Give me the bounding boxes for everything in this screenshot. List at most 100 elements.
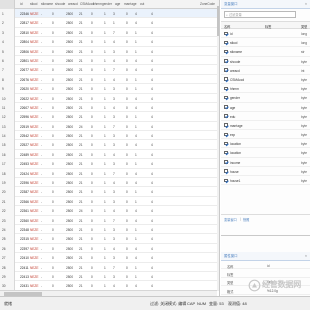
- table-cell[interactable]: 22360: [20, 219, 29, 223]
- table-cell[interactable]: 21: [79, 200, 83, 204]
- table-cell[interactable]: 0: [126, 181, 128, 185]
- column-header[interactable]: age: [115, 2, 120, 6]
- table-cell[interactable]: 2800: [66, 200, 73, 204]
- table-cell[interactable]: 3: [113, 115, 115, 119]
- table-cell[interactable]: 21: [79, 97, 83, 101]
- table-cell[interactable]: 0: [91, 12, 93, 16]
- table-cell[interactable]: NEZE: [30, 68, 39, 72]
- table-cell[interactable]: 1: [104, 143, 106, 147]
- table-cell[interactable]: 2800: [66, 237, 73, 241]
- row-number[interactable]: 14: [0, 131, 15, 141]
- row-number[interactable]: 7: [0, 65, 15, 75]
- table-cell[interactable]: 3: [113, 200, 115, 204]
- table-cell[interactable]: 22817: [20, 21, 29, 25]
- table-cell[interactable]: 4: [113, 247, 115, 251]
- table-cell[interactable]: 1: [104, 209, 106, 213]
- table-cell[interactable]: 4: [135, 256, 137, 260]
- table-cell[interactable]: 21: [79, 162, 83, 166]
- table-cell[interactable]: 0: [52, 247, 54, 251]
- table-cell[interactable]: 3: [113, 190, 115, 194]
- table-row[interactable]: 3 22810 NEZE - 0 2800 21 0 1 7 0 1 4: [0, 27, 219, 38]
- table-cell[interactable]: 0: [52, 115, 54, 119]
- table-cell[interactable]: 2800: [66, 256, 73, 260]
- table-cell[interactable]: 2800: [66, 266, 73, 270]
- table-cell[interactable]: 21: [79, 115, 83, 119]
- table-cell[interactable]: 22607: [20, 106, 29, 110]
- table-cell[interactable]: NEZE: [30, 266, 39, 270]
- table-cell[interactable]: 21: [79, 31, 83, 35]
- table-row[interactable]: 27 22410 NEZE - 0 2800 21 0 1 3 0 4 4: [0, 253, 219, 263]
- table-cell[interactable]: 4: [135, 172, 137, 176]
- table-row[interactable]: 5 22806 NEZE - 0 2800 21 0 1 3 0 1 4: [0, 46, 219, 56]
- table-cell[interactable]: 0: [126, 125, 128, 129]
- table-cell[interactable]: 1: [135, 190, 137, 194]
- table-cell[interactable]: 1: [104, 31, 106, 35]
- table-cell[interactable]: 4: [135, 143, 137, 147]
- table-cell[interactable]: 22348: [20, 228, 29, 232]
- table-cell[interactable]: 0: [52, 275, 54, 279]
- table-cell[interactable]: 1: [104, 275, 106, 279]
- table-cell[interactable]: 4: [151, 40, 153, 44]
- table-cell[interactable]: NEZE: [30, 181, 39, 185]
- table-cell[interactable]: 4: [113, 284, 115, 288]
- table-cell[interactable]: NEZE: [30, 143, 39, 147]
- variable-row[interactable]: location byte: [221, 139, 310, 149]
- table-cell[interactable]: 4: [151, 181, 153, 185]
- table-cell[interactable]: 4: [135, 219, 137, 223]
- table-cell[interactable]: 1: [104, 134, 106, 138]
- table-cell[interactable]: 21: [79, 59, 83, 63]
- table-cell[interactable]: 21: [79, 134, 83, 138]
- table-row[interactable]: 14 22542 NEZE - 0 2800 21 0 1 3 0 4 4: [0, 131, 219, 141]
- table-cell[interactable]: 1: [104, 97, 106, 101]
- table-cell[interactable]: 3: [113, 228, 115, 232]
- table-cell[interactable]: 0: [91, 143, 93, 147]
- table-cell[interactable]: 0: [91, 106, 93, 110]
- row-number[interactable]: 18: [0, 168, 15, 179]
- table-cell[interactable]: 7: [113, 31, 115, 35]
- column-header[interactable]: stkcd: [30, 2, 37, 6]
- table-cell[interactable]: 22387: [20, 190, 29, 194]
- table-cell[interactable]: 4: [151, 12, 153, 16]
- table-cell[interactable]: 0: [52, 153, 54, 157]
- table-cell[interactable]: 1: [135, 125, 137, 129]
- table-cell[interactable]: 1: [104, 21, 106, 25]
- table-row[interactable]: 23 22360 NEZE - 0 2800 21 0 1 7 0 4 4: [0, 215, 219, 225]
- table-cell[interactable]: NEZE: [30, 237, 39, 241]
- table-cell[interactable]: 1: [104, 59, 106, 63]
- table-cell[interactable]: -: [41, 256, 42, 260]
- variable-row[interactable]: gender byte: [221, 93, 310, 103]
- close-icon[interactable]: ×: [305, 0, 307, 9]
- table-cell[interactable]: 1: [113, 21, 115, 25]
- table-cell[interactable]: 0: [52, 50, 54, 54]
- table-cell[interactable]: 1: [135, 237, 137, 241]
- table-cell[interactable]: 0: [126, 153, 128, 157]
- table-cell[interactable]: 3: [113, 143, 115, 147]
- table-row[interactable]: 8 22676 NEZE - 0 2800 21 0 1 4 0 1 4: [0, 74, 219, 85]
- table-cell[interactable]: 1: [104, 190, 106, 194]
- table-row[interactable]: 11 22607 NEZE - 0 2800 21 0 1 4 0 4 4: [0, 102, 219, 113]
- table-cell[interactable]: 4: [135, 12, 137, 16]
- table-cell[interactable]: -: [41, 237, 42, 241]
- table-cell[interactable]: 0: [126, 50, 128, 54]
- table-cell[interactable]: 1: [135, 153, 137, 157]
- table-cell[interactable]: 2800: [66, 78, 73, 82]
- table-cell[interactable]: -: [41, 106, 42, 110]
- table-cell[interactable]: 0: [91, 256, 93, 260]
- table-cell[interactable]: 7: [113, 172, 115, 176]
- table-cell[interactable]: 2800: [66, 209, 73, 213]
- table-cell[interactable]: 4: [151, 106, 153, 110]
- table-cell[interactable]: 4: [151, 21, 153, 25]
- variable-row[interactable]: shcode byte: [221, 57, 310, 66]
- table-cell[interactable]: 22527: [20, 143, 29, 147]
- table-cell[interactable]: 1: [104, 256, 106, 260]
- column-header[interactable]: hhmm: [93, 2, 102, 6]
- table-cell[interactable]: 22411: [20, 266, 29, 270]
- table-cell[interactable]: 2800: [66, 115, 73, 119]
- table-cell[interactable]: 3: [113, 50, 115, 54]
- tab-snapshots[interactable]: 快照: [243, 217, 249, 222]
- table-cell[interactable]: 1: [104, 50, 106, 54]
- table-cell[interactable]: 0: [91, 50, 93, 54]
- table-cell[interactable]: NEZE: [30, 162, 39, 166]
- table-cell[interactable]: 21: [79, 21, 83, 25]
- table-cell[interactable]: 4: [151, 153, 153, 157]
